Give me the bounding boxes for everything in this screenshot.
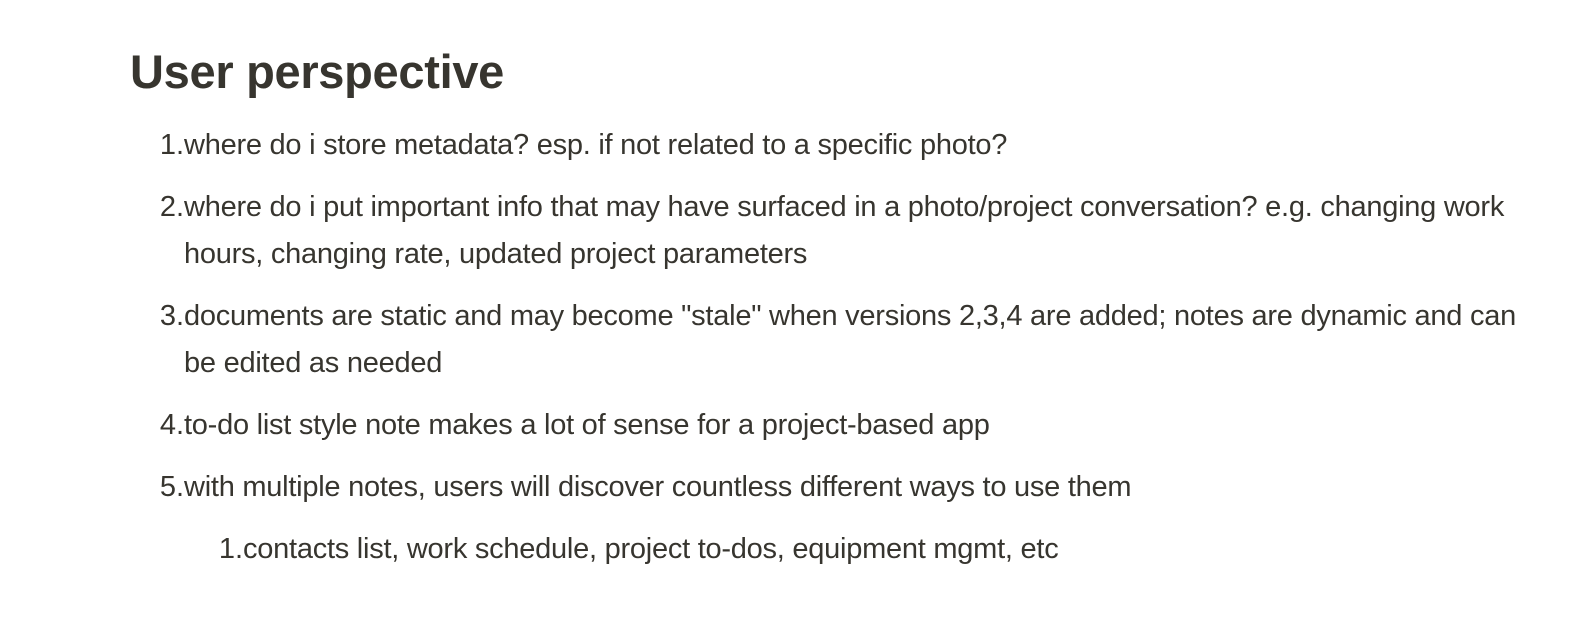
list-number-label: 1. [218, 533, 243, 565]
nested-list-item: 1. contacts list, work schedule, project… [189, 526, 1520, 573]
list-number-label: 4. [159, 409, 184, 441]
list-number-label: 3. [159, 300, 184, 332]
list-number-label: 2. [159, 191, 184, 223]
numbered-list: 1. where do i store metadata? esp. if no… [130, 122, 1520, 588]
list-number: 2. [130, 184, 184, 231]
list-number-label: 5. [159, 471, 184, 503]
list-item-text[interactable]: documents are static and may become "sta… [184, 293, 1520, 387]
list-number: 5. [130, 464, 184, 511]
list-number: 4. [130, 402, 184, 449]
list-number-label: 1. [159, 129, 184, 161]
list-item-text[interactable]: where do i put important info that may h… [184, 184, 1520, 278]
list-item: 1. where do i store metadata? esp. if no… [130, 122, 1520, 169]
document-page: User perspective 1. where do i store met… [0, 0, 1590, 636]
list-item-text[interactable]: where do i store metadata? esp. if not r… [184, 122, 1520, 169]
list-item-text[interactable]: contacts list, work schedule, project to… [243, 526, 1520, 573]
list-number: 3. [130, 293, 184, 340]
list-item-text[interactable]: to-do list style note makes a lot of sen… [184, 402, 1520, 449]
list-item: 3. documents are static and may become "… [130, 293, 1520, 387]
list-number: 1. [130, 122, 184, 169]
list-number: 1. [189, 526, 243, 573]
list-item: 4. to-do list style note makes a lot of … [130, 402, 1520, 449]
list-item-text[interactable]: with multiple notes, users will discover… [184, 464, 1520, 511]
page-heading: User perspective [130, 45, 505, 98]
list-item: 5. with multiple notes, users will disco… [130, 464, 1520, 511]
list-item: 2. where do i put important info that ma… [130, 184, 1520, 278]
